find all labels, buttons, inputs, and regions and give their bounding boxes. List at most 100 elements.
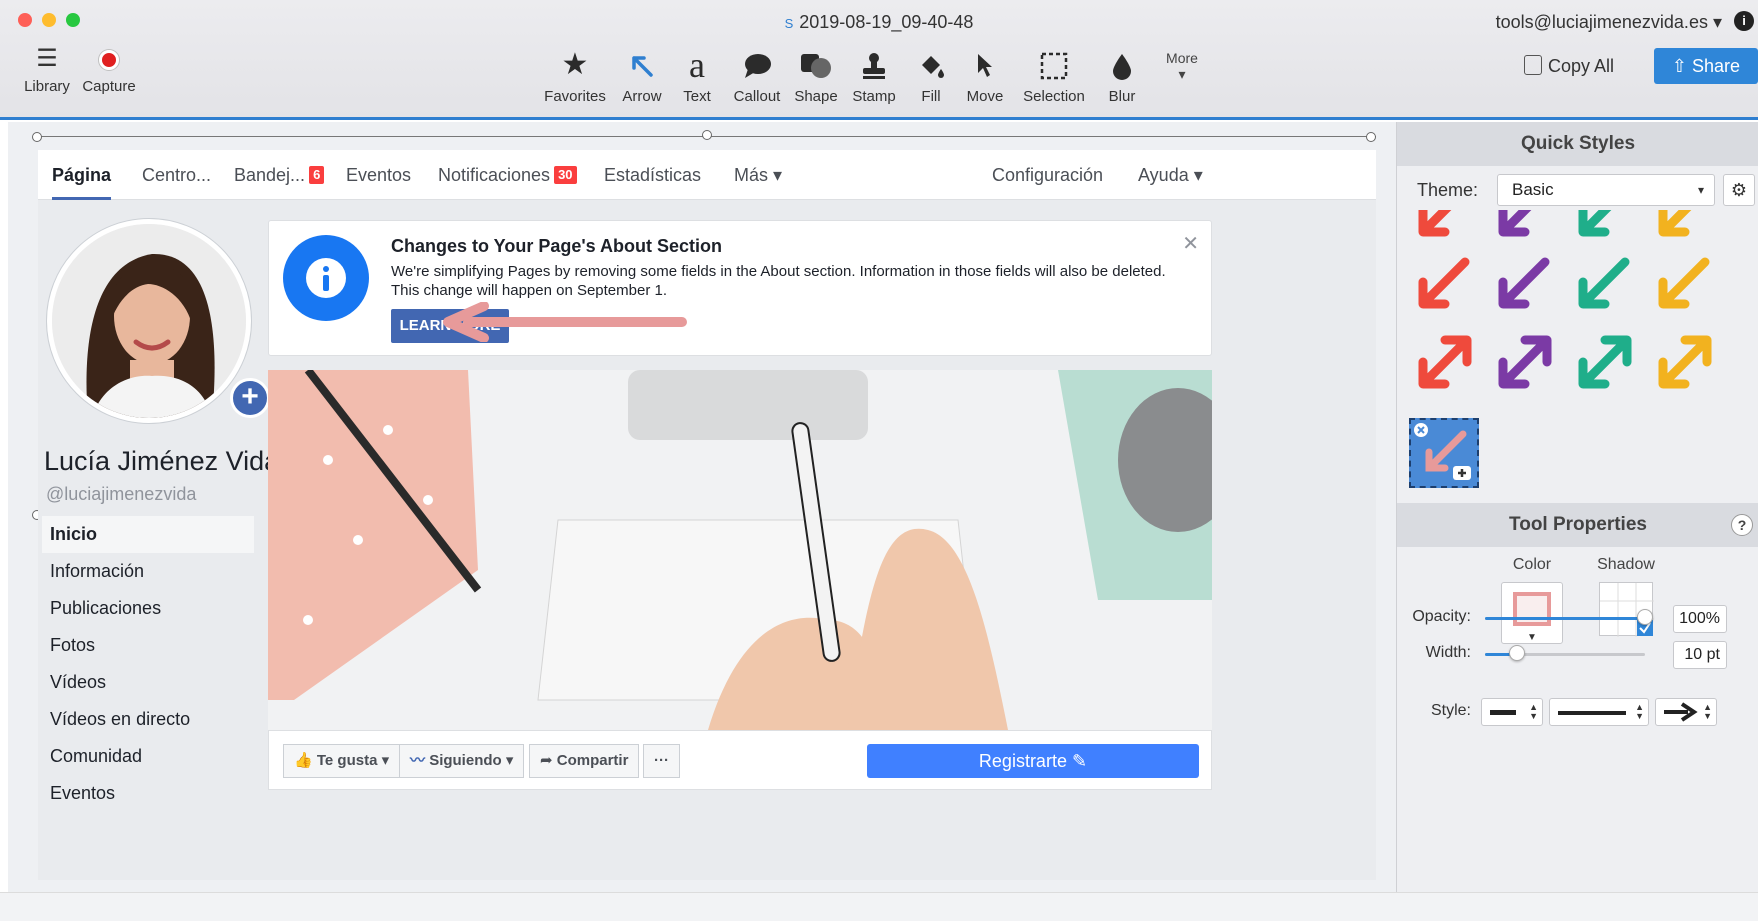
opacity-slider-fill bbox=[1485, 617, 1645, 620]
quick-style-1[interactable] bbox=[1498, 210, 1545, 237]
tab-bandeja[interactable]: Bandej... 6 bbox=[234, 150, 325, 200]
copy-all-button[interactable]: Copy All bbox=[1514, 50, 1624, 82]
tool-shape[interactable]: Shape bbox=[788, 44, 844, 105]
tool-text[interactable]: a Text bbox=[674, 44, 720, 105]
side-item-videos-directo[interactable]: Vídeos en directo bbox=[42, 701, 254, 738]
account-menu[interactable]: tools@luciajimenezvida.es ▾ bbox=[1496, 12, 1722, 33]
side-item-informacion[interactable]: Información bbox=[42, 553, 254, 590]
following-button[interactable]: 〰 Siguiendo ▾ bbox=[399, 744, 525, 778]
tool-more[interactable]: More ▾ bbox=[1154, 44, 1210, 88]
quick-style-selected[interactable] bbox=[1409, 418, 1479, 488]
quick-style-8[interactable] bbox=[1418, 335, 1472, 389]
shape-icon bbox=[788, 44, 844, 88]
tool-fill[interactable]: Fill bbox=[910, 44, 952, 105]
quick-style-2[interactable] bbox=[1578, 210, 1625, 237]
tool-selection[interactable]: Selection bbox=[1016, 44, 1092, 105]
quick-style-3[interactable] bbox=[1658, 210, 1705, 237]
tool-arrow[interactable]: Arrow bbox=[612, 44, 672, 105]
record-icon bbox=[99, 50, 119, 70]
side-item-publicaciones[interactable]: Publicaciones bbox=[42, 590, 254, 627]
blur-icon bbox=[1100, 44, 1144, 88]
tool-stamp[interactable]: Stamp bbox=[846, 44, 902, 105]
close-icon[interactable]: ✕ bbox=[1182, 231, 1199, 256]
capture-button[interactable]: Capture bbox=[68, 44, 150, 95]
share-button[interactable]: ⇧ Share bbox=[1654, 48, 1758, 84]
share-icon: ⇧ bbox=[1671, 56, 1688, 76]
opacity-slider-knob[interactable] bbox=[1637, 609, 1653, 625]
cover-photo[interactable] bbox=[268, 370, 1212, 730]
side-item-eventos[interactable]: Eventos bbox=[42, 775, 254, 812]
profile-picture[interactable] bbox=[46, 218, 252, 424]
captured-image[interactable]: Página Centro... Bandej... 6 Eventos Noti… bbox=[38, 150, 1376, 880]
side-item-comunidad[interactable]: Comunidad bbox=[42, 738, 254, 775]
width-slider-knob[interactable] bbox=[1509, 645, 1525, 661]
resize-handle[interactable] bbox=[32, 132, 42, 142]
width-value[interactable]: 10 pt bbox=[1673, 641, 1727, 669]
tab-eventos[interactable]: Eventos bbox=[346, 150, 411, 200]
quick-style-4[interactable] bbox=[1418, 257, 1470, 309]
annotation-arrow[interactable] bbox=[428, 302, 698, 342]
tab-estadisticas[interactable]: Estadísticas bbox=[604, 150, 701, 200]
move-icon bbox=[958, 44, 1012, 88]
quick-style-6[interactable] bbox=[1578, 257, 1630, 309]
opacity-value[interactable]: 100% bbox=[1673, 605, 1727, 633]
text-icon: a bbox=[689, 45, 705, 85]
app-toolbar: S 2019-08-19_09-40-48 tools@luciajimenezv… bbox=[0, 0, 1758, 120]
color-picker[interactable]: ▼ bbox=[1501, 582, 1563, 644]
line-start-select[interactable]: ▲ ▼ bbox=[1481, 698, 1543, 726]
tool-favorites[interactable]: ★ Favorites bbox=[540, 44, 610, 105]
avatar bbox=[52, 224, 246, 418]
line-end-select[interactable]: ▲ ▼ bbox=[1655, 698, 1717, 726]
add-photo-button[interactable]: + bbox=[230, 378, 270, 418]
side-item-videos[interactable]: Vídeos bbox=[42, 664, 254, 701]
properties-panel: Quick Styles Theme: Basic ▾ ⚙ Tool Proper… bbox=[1396, 122, 1758, 892]
info-icon[interactable]: i bbox=[1734, 11, 1754, 31]
star-icon: ★ bbox=[561, 48, 589, 81]
callout-icon bbox=[726, 44, 788, 88]
quick-style-9[interactable] bbox=[1498, 335, 1552, 389]
tab-mas[interactable]: Más ▾ bbox=[734, 150, 782, 200]
quick-style-10[interactable] bbox=[1578, 335, 1632, 389]
help-icon[interactable]: ? bbox=[1731, 514, 1753, 536]
color-swatch bbox=[1513, 592, 1551, 626]
quick-style-5[interactable] bbox=[1498, 257, 1550, 309]
more-actions-button[interactable]: ··· bbox=[643, 744, 680, 778]
page-name: Lucía Jiménez Vida bbox=[44, 446, 280, 476]
like-button[interactable]: 👍 Te gusta ▾ bbox=[283, 744, 401, 778]
tab-ayuda[interactable]: Ayuda ▾ bbox=[1138, 150, 1203, 200]
snagit-file-icon: S bbox=[784, 16, 794, 31]
quick-styles-grid bbox=[1397, 210, 1758, 502]
stamp-icon bbox=[846, 44, 902, 88]
style-label: Style: bbox=[1430, 702, 1471, 719]
page-username[interactable]: @luciajimenezvida bbox=[46, 484, 196, 505]
info-icon bbox=[283, 235, 369, 321]
gear-icon[interactable]: ⚙ bbox=[1723, 174, 1755, 206]
tab-pagina[interactable]: Página bbox=[52, 150, 112, 200]
side-item-fotos[interactable]: Fotos bbox=[42, 627, 254, 664]
share-post-button[interactable]: ➦ Compartir bbox=[529, 744, 640, 778]
signup-button[interactable]: Registrarte ✎ bbox=[867, 744, 1199, 778]
opacity-label: Opacity: bbox=[1412, 608, 1471, 625]
tab-notificaciones[interactable]: Notificaciones 30 bbox=[438, 150, 577, 200]
quick-style-11[interactable] bbox=[1658, 335, 1712, 389]
resize-handle[interactable] bbox=[1366, 132, 1376, 142]
theme-select[interactable]: Basic ▾ bbox=[1497, 174, 1715, 206]
tab-centro[interactable]: Centro... bbox=[142, 150, 211, 200]
side-item-inicio[interactable]: Inicio bbox=[42, 516, 254, 553]
editor-canvas[interactable]: Página Centro... Bandej... 6 Eventos Noti… bbox=[8, 122, 1396, 892]
quick-styles-header: Quick Styles bbox=[1397, 122, 1758, 166]
resize-handle[interactable] bbox=[702, 130, 712, 140]
stepper-icon: ▲ ▼ bbox=[1635, 702, 1644, 721]
theme-label: Theme: bbox=[1417, 180, 1479, 200]
quick-style-0[interactable] bbox=[1418, 210, 1465, 237]
chevron-down-icon: ▼ bbox=[1527, 632, 1537, 643]
tool-callout[interactable]: Callout bbox=[726, 44, 788, 105]
plus-icon: + bbox=[241, 380, 259, 413]
tab-configuracion[interactable]: Configuración bbox=[992, 150, 1103, 200]
status-strip bbox=[0, 892, 1758, 921]
tool-blur[interactable]: Blur bbox=[1100, 44, 1144, 105]
tool-move[interactable]: Move bbox=[958, 44, 1012, 105]
quick-style-7[interactable] bbox=[1658, 257, 1710, 309]
arrowhead-icon bbox=[1664, 702, 1698, 722]
line-style-select[interactable]: ▲ ▼ bbox=[1549, 698, 1649, 726]
